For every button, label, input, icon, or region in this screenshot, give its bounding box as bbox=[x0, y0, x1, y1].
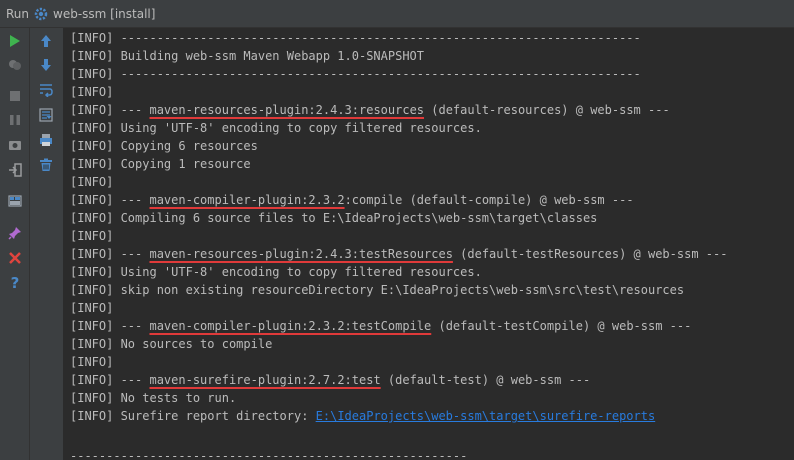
plugin-goal-highlight: maven-surefire-plugin:2.7.2:test bbox=[149, 373, 381, 387]
console-line: ----------------------------------------… bbox=[70, 447, 467, 460]
console-text: [INFO] --- bbox=[70, 103, 150, 117]
stop-icon[interactable] bbox=[5, 86, 25, 106]
console-line: [INFO] --- maven-compiler-plugin:2.3.2:c… bbox=[70, 191, 634, 209]
console-line: [INFO] Surefire report directory: E:\Ide… bbox=[70, 407, 655, 425]
console-line: [INFO] bbox=[70, 173, 113, 191]
console-text: [INFO] --- bbox=[70, 193, 150, 207]
run-actions-toolbar: ? bbox=[0, 28, 30, 460]
console-line: [INFO] --- maven-compiler-plugin:2.3.2:t… bbox=[70, 317, 691, 335]
console-line: [INFO] Compiling 6 source files to E:\Id… bbox=[70, 209, 597, 227]
svg-text:?: ? bbox=[11, 275, 20, 291]
run-tool-window-header: Run web-ssm [install] bbox=[0, 0, 794, 28]
console-text: [INFO] Building web-ssm Maven Webapp 1.0… bbox=[70, 49, 425, 63]
rerun-icon[interactable] bbox=[5, 31, 25, 51]
layout-icon[interactable] bbox=[5, 191, 25, 211]
console-text: (default-testCompile) @ web-ssm --- bbox=[431, 319, 692, 333]
plugin-goal-highlight: maven-resources-plugin:2.4.3:testResourc… bbox=[149, 247, 453, 261]
pin-tab-icon[interactable] bbox=[5, 223, 25, 243]
console-text: [INFO] ---------------------------------… bbox=[70, 31, 641, 45]
console-text: [INFO] --- bbox=[70, 247, 150, 261]
console-line: [INFO] Using 'UTF-8' encoding to copy fi… bbox=[70, 263, 482, 281]
console-text: (default-test) @ web-ssm --- bbox=[380, 373, 591, 387]
arrow-up-icon[interactable] bbox=[36, 31, 56, 51]
console-text: [INFO] --- bbox=[70, 373, 150, 387]
console-text: [INFO] bbox=[70, 229, 114, 243]
run-config-tab[interactable]: web-ssm [install] bbox=[53, 7, 155, 21]
console-text: [INFO] Using 'UTF-8' encoding to copy fi… bbox=[70, 121, 482, 135]
login-icon[interactable] bbox=[5, 160, 25, 180]
console-text: [INFO] Surefire report directory: bbox=[70, 409, 316, 423]
console-line: [INFO] No sources to compile bbox=[70, 335, 272, 353]
console-text: [INFO] ---------------------------------… bbox=[70, 67, 641, 81]
console-text: [INFO] No sources to compile bbox=[70, 337, 273, 351]
surefire-report-link[interactable]: E:\IdeaProjects\web-ssm\target\surefire-… bbox=[316, 409, 656, 423]
console-line: [INFO] ---------------------------------… bbox=[70, 29, 641, 47]
plugin-goal-highlight: maven-compiler-plugin:2.3.2 bbox=[149, 193, 345, 207]
console-text: (default-resources) @ web-ssm --- bbox=[424, 103, 670, 117]
camera-icon[interactable] bbox=[5, 135, 25, 155]
console-text: [INFO] bbox=[70, 85, 114, 99]
console-line: [INFO] bbox=[70, 227, 113, 245]
pin-icon[interactable] bbox=[5, 55, 25, 75]
console-line: [INFO] --- maven-resources-plugin:2.4.3:… bbox=[70, 101, 670, 119]
console-text: ----------------------------------------… bbox=[70, 449, 468, 460]
console-line: [INFO] --- maven-surefire-plugin:2.7.2:t… bbox=[70, 371, 590, 389]
console-text: [INFO] bbox=[70, 355, 114, 369]
console-line: [INFO] No tests to run. bbox=[70, 389, 236, 407]
console-line: [INFO] bbox=[70, 353, 113, 371]
close-icon[interactable] bbox=[5, 248, 25, 268]
pause-icon[interactable] bbox=[5, 110, 25, 130]
console-text: [INFO] Using 'UTF-8' encoding to copy fi… bbox=[70, 265, 482, 279]
console-line: [INFO] Copying 1 resource bbox=[70, 155, 251, 173]
console-text: [INFO] skip non existing resourceDirecto… bbox=[70, 283, 685, 297]
soft-wrap-icon[interactable] bbox=[36, 80, 56, 100]
console-text: :compile (default-compile) @ web-ssm --- bbox=[344, 193, 634, 207]
plugin-goal-highlight: maven-resources-plugin:2.4.3:resources bbox=[149, 103, 425, 117]
console-text: [INFO] bbox=[70, 301, 114, 315]
scroll-to-end-icon[interactable] bbox=[36, 105, 56, 125]
console-text: [INFO] No tests to run. bbox=[70, 391, 237, 405]
print-icon[interactable] bbox=[36, 130, 56, 150]
console-line: [INFO] ---------------------------------… bbox=[70, 65, 641, 83]
console-text: [INFO] --- bbox=[70, 319, 150, 333]
arrow-down-icon[interactable] bbox=[36, 55, 56, 75]
console-line: [INFO] --- maven-resources-plugin:2.4.3:… bbox=[70, 245, 727, 263]
console-text: [INFO] Compiling 6 source files to E:\Id… bbox=[70, 211, 598, 225]
console-output[interactable]: [INFO] ---------------------------------… bbox=[65, 28, 794, 460]
console-text: [INFO] Copying 1 resource bbox=[70, 157, 251, 171]
trash-icon[interactable] bbox=[36, 155, 56, 175]
console-line: [INFO] Using 'UTF-8' encoding to copy fi… bbox=[70, 119, 482, 137]
console-line: [INFO] Copying 6 resources bbox=[70, 137, 258, 155]
console-line: [INFO] skip non existing resourceDirecto… bbox=[70, 281, 684, 299]
run-label: Run bbox=[6, 6, 30, 21]
plugin-goal-highlight: maven-compiler-plugin:2.3.2:testCompile bbox=[149, 319, 432, 333]
console-text: (default-testResources) @ web-ssm --- bbox=[452, 247, 728, 261]
maven-config-icon bbox=[34, 7, 48, 21]
help-icon[interactable]: ? bbox=[5, 273, 25, 293]
console-text: [INFO] Copying 6 resources bbox=[70, 139, 258, 153]
console-line: [INFO] bbox=[70, 299, 113, 317]
console-text: [INFO] bbox=[70, 175, 114, 189]
console-line: [INFO] bbox=[70, 83, 113, 101]
console-actions-toolbar bbox=[30, 28, 64, 460]
console-line: [INFO] Building web-ssm Maven Webapp 1.0… bbox=[70, 47, 424, 65]
